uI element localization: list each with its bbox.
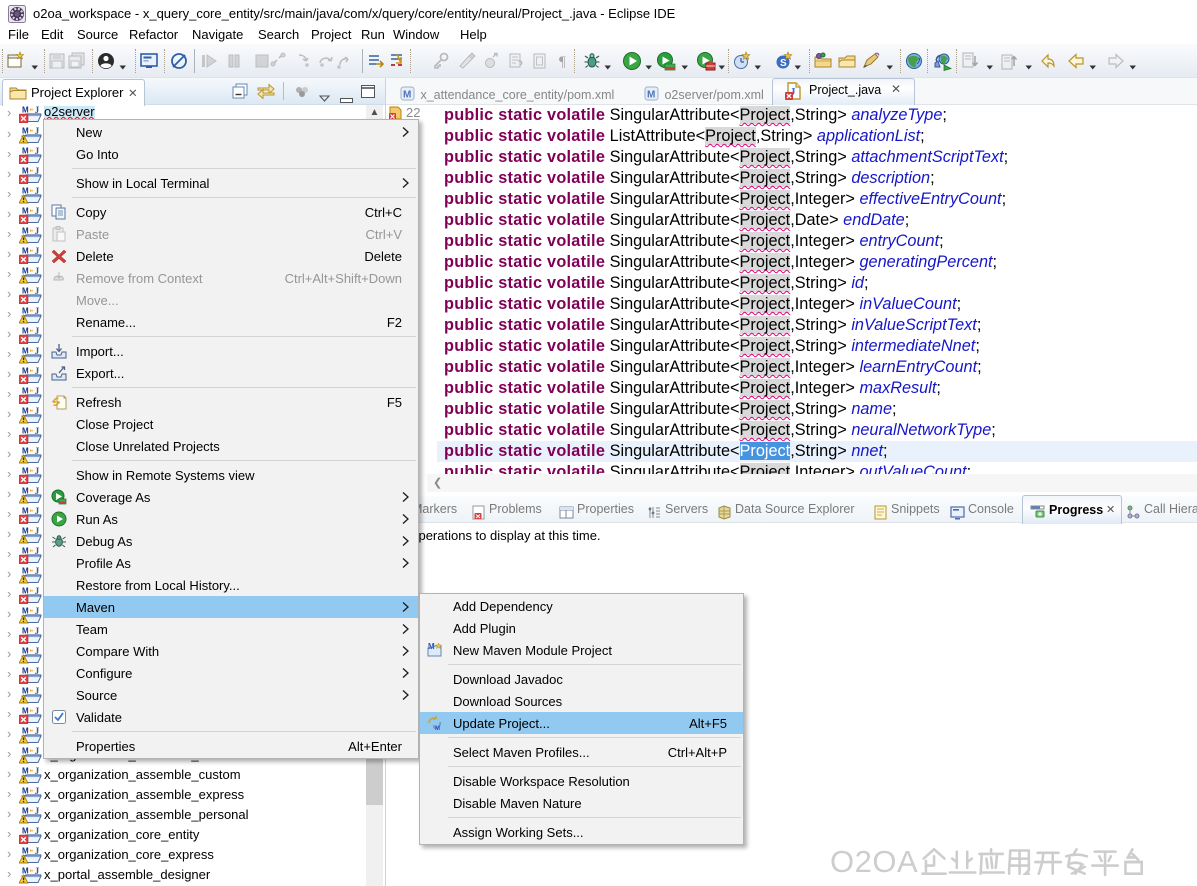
svg-text:¶: ¶ <box>559 54 566 70</box>
svg-text:M: M <box>22 447 29 456</box>
svg-text:M: M <box>22 867 29 876</box>
svg-text:S: S <box>780 58 787 69</box>
svg-text:M: M <box>22 567 29 576</box>
svg-text:M: M <box>22 387 29 396</box>
svg-text:M: M <box>22 247 29 256</box>
svg-text:M: M <box>22 227 29 236</box>
svg-text:M: M <box>22 527 29 536</box>
svg-text:M: M <box>22 167 29 176</box>
svg-text:M: M <box>22 727 29 736</box>
svg-text:M: M <box>22 487 29 496</box>
svg-text:M: M <box>22 847 29 856</box>
svg-text:M: M <box>22 147 29 156</box>
svg-text:M: M <box>22 267 29 276</box>
svg-text:M: M <box>22 627 29 636</box>
svg-text:M: M <box>22 467 29 476</box>
svg-text:M: M <box>22 807 29 816</box>
svg-text:M: M <box>22 787 29 796</box>
svg-text:M: M <box>22 667 29 676</box>
svg-text:M: M <box>22 647 29 656</box>
svg-text:M: M <box>22 106 29 115</box>
svg-text:M: M <box>22 287 29 296</box>
svg-text:M: M <box>403 90 411 101</box>
svg-text:M: M <box>22 347 29 356</box>
svg-text:M: M <box>22 707 29 716</box>
svg-text:M: M <box>22 367 29 376</box>
svg-text:M: M <box>22 687 29 696</box>
svg-text:M: M <box>428 642 435 651</box>
svg-text:M: M <box>22 547 29 556</box>
svg-text:M: M <box>22 127 29 136</box>
svg-text:M: M <box>22 207 29 216</box>
svg-text:M: M <box>647 90 655 101</box>
svg-text:M: M <box>22 607 29 616</box>
svg-text:M: M <box>22 187 29 196</box>
svg-text:M: M <box>22 587 29 596</box>
svg-text:M: M <box>22 767 29 776</box>
svg-text:M: M <box>22 407 29 416</box>
svg-text:M: M <box>22 827 29 836</box>
svg-text:M: M <box>22 427 29 436</box>
svg-text:M: M <box>22 507 29 516</box>
svg-text:M: M <box>435 726 440 731</box>
svg-text:M: M <box>22 747 29 756</box>
svg-text:M: M <box>22 307 29 316</box>
svg-text:M: M <box>22 327 29 336</box>
